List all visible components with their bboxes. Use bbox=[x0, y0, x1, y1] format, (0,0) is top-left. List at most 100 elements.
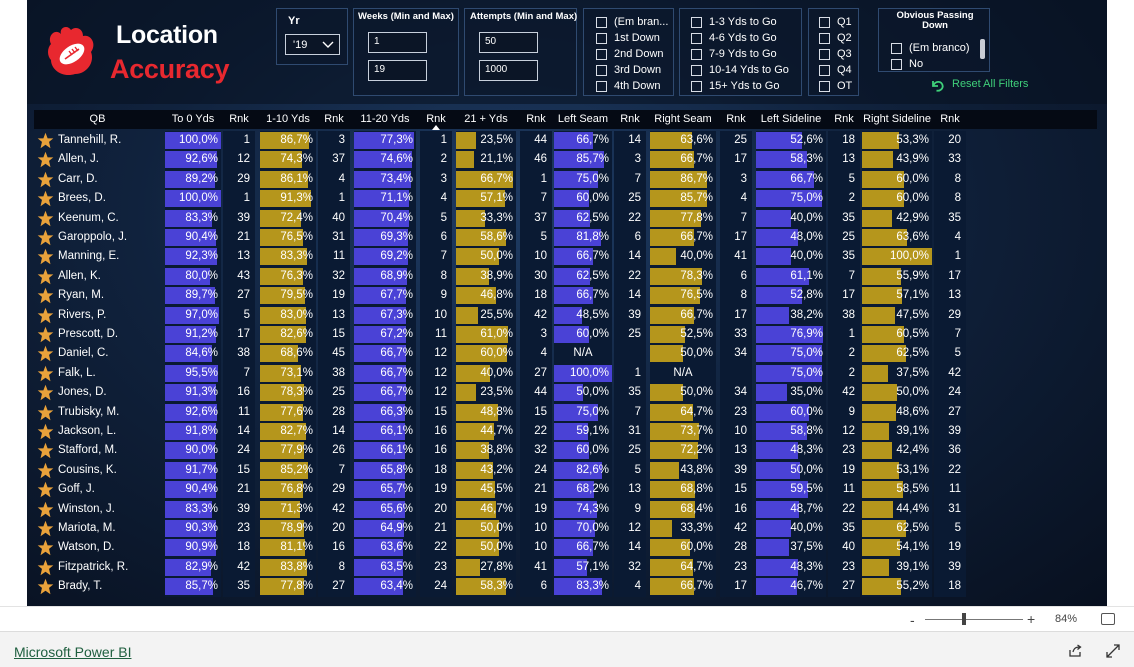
percent-cell: 40,0% bbox=[756, 519, 826, 539]
obvious-slicer-scrollbar[interactable] bbox=[980, 39, 985, 59]
rank-cell: 17 bbox=[720, 150, 752, 170]
table-row[interactable]: Tannehill, R. 100,0% 1 86,7% 3 77,3% 1 23,5% 44 6… bbox=[34, 131, 1097, 151]
table-row[interactable]: Brady, T. 85,7% 35 77,8% 27 63,4% 24 58,3% 6 83,3… bbox=[34, 577, 1097, 597]
quarter-checkbox-2[interactable] bbox=[819, 49, 830, 60]
table-row[interactable]: Allen, K. 80,0% 43 76,3% 32 68,9% 8 38,9% 30 62,5… bbox=[34, 266, 1097, 287]
percent-cell: 75,0% bbox=[554, 402, 612, 422]
table-row[interactable]: Jones, D. 91,3% 16 78,3% 25 66,7% 12 23,5% 44 50,… bbox=[34, 383, 1097, 403]
column-header[interactable]: 11-20 Yds bbox=[354, 110, 416, 129]
column-header[interactable]: 21 + Yds bbox=[456, 110, 516, 129]
rank-cell: 19 bbox=[420, 480, 452, 500]
percent-cell: 65,6% bbox=[354, 499, 416, 519]
column-header[interactable]: Right Sideline bbox=[862, 110, 932, 129]
down-checkbox-1[interactable] bbox=[596, 33, 607, 44]
weeks-min-input[interactable]: 1 bbox=[368, 32, 427, 53]
fullscreen-icon[interactable] bbox=[1106, 644, 1120, 658]
yards-checkbox-2[interactable] bbox=[691, 49, 702, 60]
table-row[interactable]: Jackson, L. 91,8% 14 82,7% 14 66,1% 16 44,7% 22 5… bbox=[34, 422, 1097, 442]
yards-checkbox-1[interactable] bbox=[691, 33, 702, 44]
percent-cell: 75,0% bbox=[756, 189, 826, 209]
percent-cell: 66,7% bbox=[650, 577, 716, 597]
qb-name: Rivers, P. bbox=[58, 308, 107, 321]
rank-cell: 15 bbox=[420, 402, 452, 422]
column-header[interactable]: To 0 Yds bbox=[165, 110, 221, 129]
column-header[interactable]: QB bbox=[34, 110, 161, 129]
down-checkbox-4[interactable] bbox=[596, 81, 607, 92]
zoom-slider-track[interactable] bbox=[925, 619, 1023, 620]
table-row[interactable]: Garoppolo, J. 90,4% 21 76,5% 31 69,3% 6 58,6% 5 8… bbox=[34, 228, 1097, 248]
yards-checkbox-3[interactable] bbox=[691, 65, 702, 76]
qb-name-cell: Rivers, P. bbox=[34, 306, 161, 325]
zoom-slider-thumb[interactable] bbox=[962, 613, 966, 625]
fit-to-page-icon[interactable] bbox=[1101, 613, 1115, 625]
table-row[interactable]: Trubisky, M. 92,6% 11 77,6% 28 66,3% 15 48,8% 15… bbox=[34, 402, 1097, 422]
quarter-checkbox-0[interactable] bbox=[819, 17, 830, 28]
percent-value: 83,3% bbox=[185, 502, 218, 515]
table-row[interactable]: Cousins, K. 91,7% 15 85,2% 7 65,8% 18 43,2% 24 82… bbox=[34, 460, 1097, 481]
column-header[interactable]: Left Seam bbox=[554, 110, 612, 129]
rank-cell: 13 bbox=[223, 247, 255, 267]
rank-cell: 42 bbox=[720, 519, 752, 539]
obvious-checkbox-0[interactable] bbox=[891, 43, 902, 54]
obvious-checkbox-1[interactable] bbox=[891, 59, 902, 70]
table-row[interactable]: Mariota, M. 90,3% 23 78,9% 20 64,9% 21 50,0% 10 7… bbox=[34, 519, 1097, 539]
table-row[interactable]: Keenum, C. 83,3% 39 72,4% 40 70,4% 5 33,3% 37 62,… bbox=[34, 208, 1097, 228]
percent-cell: 54,1% bbox=[862, 538, 932, 558]
table-row[interactable]: Goff, J. 90,4% 21 76,8% 29 65,7% 19 45,5% 21 68,2… bbox=[34, 480, 1097, 500]
table-row[interactable]: Ryan, M. 89,7% 27 79,5% 19 67,7% 9 46,8% 18 66,7%… bbox=[34, 286, 1097, 306]
table-row[interactable]: Watson, D. 90,9% 18 81,1% 16 63,6% 22 50,0% 10 66… bbox=[34, 538, 1097, 558]
quarter-checkbox-1[interactable] bbox=[819, 33, 830, 44]
down-checkbox-2[interactable] bbox=[596, 49, 607, 60]
zoom-out-button[interactable]: - bbox=[910, 612, 915, 628]
powerbi-link[interactable]: Microsoft Power BI bbox=[14, 644, 131, 660]
rank-cell: 23 bbox=[420, 557, 452, 578]
table-row[interactable]: Brees, D. 100,0% 1 91,3% 1 71,1% 4 57,1% 7 60,0% 2… bbox=[34, 189, 1097, 209]
table-row[interactable]: Carr, D. 89,2% 29 86,1% 4 73,4% 3 66,7% 1 75,0% 7 8… bbox=[34, 169, 1097, 190]
column-header[interactable]: 1-10 Yds bbox=[260, 110, 316, 129]
percent-cell: 60,0% bbox=[756, 402, 826, 422]
percent-cell: 57,1% bbox=[554, 557, 612, 578]
share-icon[interactable] bbox=[1068, 644, 1082, 658]
zoom-in-button[interactable]: + bbox=[1027, 611, 1035, 627]
down-checkbox-3[interactable] bbox=[596, 65, 607, 76]
column-header[interactable]: Rnk bbox=[318, 110, 350, 129]
percent-value: 66,7% bbox=[680, 580, 713, 593]
attempts-min-input[interactable]: 50 bbox=[479, 32, 538, 53]
quarter-checkbox-3[interactable] bbox=[819, 65, 830, 76]
rank-cell: 44 bbox=[520, 383, 552, 403]
table-row[interactable]: Daniel, C. 84,6% 38 68,6% 45 66,7% 12 60,0% 4 N/A… bbox=[34, 344, 1097, 364]
column-header[interactable]: Rnk bbox=[828, 110, 860, 129]
rank-cell: 36 bbox=[934, 441, 966, 461]
percent-cell: 58,6% bbox=[456, 228, 516, 248]
table-row[interactable]: Falk, L. 95,5% 7 73,1% 38 66,7% 12 40,0% 27 100,0… bbox=[34, 363, 1097, 384]
viewer-frame: Location Accuracy Yr '19 Weeks (Min and … bbox=[0, 0, 1134, 667]
reset-filters-button[interactable]: Reset All Filters bbox=[952, 78, 1028, 90]
column-header[interactable]: Rnk bbox=[614, 110, 646, 129]
rank-cell: 42 bbox=[318, 499, 350, 519]
attempts-max-input[interactable]: 1000 bbox=[479, 60, 538, 81]
column-header[interactable]: Rnk bbox=[223, 110, 255, 129]
table-row[interactable]: Rivers, P. 97,0% 5 83,0% 13 67,3% 10 25,5% 42 48,… bbox=[34, 305, 1097, 325]
quarter-checkbox-4[interactable] bbox=[819, 81, 830, 92]
table-row[interactable]: Fitzpatrick, R. 82,9% 42 83,8% 8 63,5% 23 27,8%… bbox=[34, 557, 1097, 578]
table-row[interactable]: Manning, E. 92,3% 13 83,3% 11 69,2% 7 50,0% 10 66… bbox=[34, 247, 1097, 267]
reset-arrow-icon[interactable] bbox=[929, 77, 945, 93]
column-header[interactable]: Left Sideline bbox=[756, 110, 826, 129]
column-header[interactable]: Right Seam bbox=[650, 110, 716, 129]
percent-value: 23,5% bbox=[480, 386, 513, 399]
percent-cell: 77,8% bbox=[260, 577, 316, 597]
table-row[interactable]: Winston, J. 83,3% 39 71,3% 42 65,6% 20 46,7% 19 7… bbox=[34, 499, 1097, 519]
percent-value: 83,3% bbox=[280, 250, 313, 263]
table-row[interactable]: Allen, J. 92,6% 12 74,3% 37 74,6% 2 21,1% 46 85,7… bbox=[34, 150, 1097, 170]
column-header[interactable]: Rnk bbox=[934, 110, 966, 129]
down-checkbox-0[interactable] bbox=[596, 17, 607, 28]
column-header[interactable]: Rnk bbox=[520, 110, 552, 129]
yards-label-1: 4-6 Yds to Go bbox=[709, 32, 777, 44]
yards-checkbox-0[interactable] bbox=[691, 17, 702, 28]
column-header[interactable]: Rnk bbox=[720, 110, 752, 129]
weeks-max-input[interactable]: 19 bbox=[368, 60, 427, 81]
table-row[interactable]: Prescott, D. 91,2% 17 82,6% 15 67,2% 11 61,0% 3 6… bbox=[34, 325, 1097, 345]
yards-checkbox-4[interactable] bbox=[691, 81, 702, 92]
table-row[interactable]: Stafford, M. 90,0% 24 77,9% 26 66,1% 16 38,8% 32… bbox=[34, 441, 1097, 461]
year-dropdown[interactable]: '19 bbox=[285, 34, 340, 55]
